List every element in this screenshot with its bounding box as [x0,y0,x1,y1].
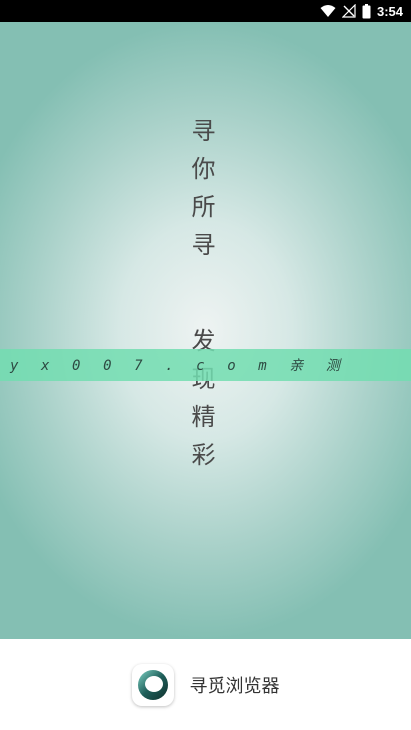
splash-screen: 3:54 寻你所寻 发现精彩 yx007.com亲测 寻觅浏览器 [0,0,411,730]
splash-image: 寻你所寻 发现精彩 yx007.com亲测 [0,22,411,639]
status-bar: 3:54 [0,0,411,22]
url-banner: yx007.com亲测 [0,349,411,381]
slogan-top: 寻你所寻 [187,118,215,270]
no-signal-icon [341,4,356,18]
url-banner-text: yx007.com亲测 [10,358,363,374]
battery-icon [362,3,371,19]
app-name: 寻觅浏览器 [189,675,280,697]
app-logo-icon [131,663,174,706]
status-time: 3:54 [376,3,403,19]
wifi-icon [320,4,336,18]
app-brand-bar: 寻觅浏览器 [0,639,411,730]
